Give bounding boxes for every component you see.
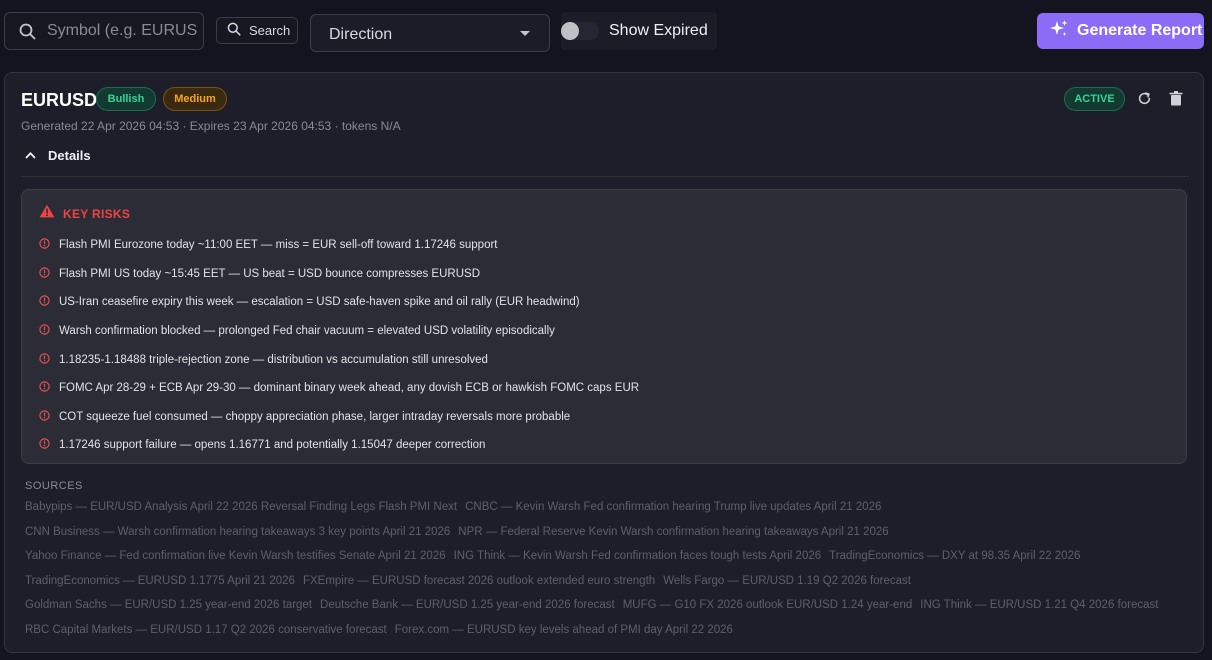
chevron-down-icon: [520, 31, 530, 36]
key-risks-header: KEY RISKS: [39, 204, 130, 223]
risk-item: Flash PMI Eurozone today ~11:00 EET — mi…: [39, 231, 639, 260]
source-link[interactable]: FXEmpire — EURUSD forecast 2026 outlook …: [303, 569, 655, 594]
alert-circle-icon: [39, 236, 50, 254]
source-link[interactable]: Babypips — EUR/USD Analysis April 22 202…: [25, 495, 457, 520]
report-card: EURUSD Bullish Medium ACTIVE Generated 2…: [4, 72, 1204, 653]
source-link[interactable]: Goldman Sachs — EUR/USD 1.25 year-end 20…: [25, 593, 312, 618]
source-link[interactable]: CNBC — Kevin Warsh Fed confirmation hear…: [465, 495, 881, 520]
risk-item: Warsh confirmation blocked — prolonged F…: [39, 317, 639, 346]
source-link[interactable]: TradingEconomics — DXY at 98.35 April 22…: [829, 544, 1080, 569]
generate-report-button[interactable]: Generate Report: [1037, 13, 1204, 49]
risk-text: Flash PMI US today ~15:45 EET — US beat …: [59, 267, 480, 280]
risk-text: Flash PMI Eurozone today ~11:00 EET — mi…: [59, 239, 498, 252]
key-risks-title: KEY RISKS: [63, 206, 131, 221]
risk-item: FOMC Apr 28-29 + ECB Apr 29-30 — dominan…: [39, 374, 639, 403]
risk-item: US-Iran ceasefire expiry this week — esc…: [39, 288, 639, 317]
source-link[interactable]: Deutsche Bank — EUR/USD 1.25 year-end 20…: [320, 593, 615, 618]
key-risks-panel: KEY RISKS Flash PMI Eurozone today ~11:0…: [21, 189, 1187, 464]
details-toggle[interactable]: Details: [25, 146, 91, 164]
toolbar: Search Direction Show Expired Generate R…: [0, 0, 1212, 62]
risk-text: US-Iran ceasefire expiry this week — esc…: [59, 296, 580, 309]
search-button-label: Search: [249, 23, 291, 38]
symbol-search-field[interactable]: [4, 12, 204, 50]
direction-badge: Bullish: [96, 87, 156, 111]
details-label: Details: [48, 147, 91, 163]
key-risks-list: Flash PMI Eurozone today ~11:00 EET — mi…: [39, 231, 639, 460]
show-expired-label: Show Expired: [609, 22, 708, 39]
alert-circle-icon: [39, 322, 50, 340]
source-link[interactable]: MUFG — G10 FX 2026 outlook EUR/USD 1.24 …: [623, 593, 913, 618]
direction-select[interactable]: Direction: [310, 14, 550, 52]
trash-icon[interactable]: [1169, 91, 1183, 111]
sources-list: Babypips — EUR/USD Analysis April 22 202…: [25, 495, 1185, 643]
source-link[interactable]: ING Think — EUR/USD 1.21 Q4 2026 forecas…: [920, 593, 1158, 618]
source-link[interactable]: Forex.com — EURUSD key levels ahead of P…: [395, 618, 733, 643]
source-link[interactable]: RBC Capital Markets — EUR/USD 1.17 Q2 20…: [25, 618, 387, 643]
risk-text: 1.17246 support failure — opens 1.16771 …: [59, 439, 486, 452]
toggle-knob: [561, 22, 579, 40]
alert-circle-icon: [39, 293, 50, 311]
source-link[interactable]: Wells Fargo — EUR/USD 1.19 Q2 2026 forec…: [663, 569, 911, 594]
source-link[interactable]: CNN Business — Warsh confirmation hearin…: [25, 520, 450, 545]
alert-circle-icon: [39, 408, 50, 426]
direction-select-value: Direction: [329, 26, 393, 43]
source-link[interactable]: ING Think — Kevin Warsh Fed confirmation…: [454, 544, 822, 569]
risk-item: 1.18235-1.18488 triple-rejection zone — …: [39, 345, 639, 374]
status-badge: ACTIVE: [1064, 87, 1125, 111]
risk-text: Warsh confirmation blocked — prolonged F…: [59, 325, 555, 338]
alert-circle-icon: [39, 351, 50, 369]
report-meta: Generated 22 Apr 2026 04:53 · Expires 23…: [21, 119, 401, 133]
chevron-up-icon: [25, 146, 36, 164]
search-button[interactable]: Search: [216, 17, 298, 44]
alert-circle-icon: [39, 379, 50, 397]
search-icon: [19, 23, 36, 45]
sources-title: SOURCES: [25, 480, 83, 492]
alert-circle-icon: [39, 265, 50, 283]
alert-circle-icon: [39, 436, 50, 454]
show-expired-control: Show Expired: [561, 12, 717, 50]
confidence-badge: Medium: [163, 87, 227, 111]
source-link[interactable]: Yahoo Finance — Fed confirmation live Ke…: [25, 544, 446, 569]
generate-report-label: Generate Report: [1077, 22, 1203, 39]
risk-item: COT squeeze fuel consumed — choppy appre…: [39, 403, 639, 432]
show-expired-toggle[interactable]: [561, 22, 599, 40]
refresh-icon[interactable]: [1137, 91, 1152, 111]
search-icon: [227, 22, 241, 39]
risk-text: COT squeeze fuel consumed — choppy appre…: [59, 410, 571, 423]
risk-item: 1.17246 support failure — opens 1.16771 …: [39, 431, 639, 460]
report-symbol: EURUSD: [21, 90, 98, 110]
source-link[interactable]: NPR — Federal Reserve Kevin Warsh confir…: [458, 520, 888, 545]
risk-text: FOMC Apr 28-29 + ECB Apr 29-30 — dominan…: [59, 382, 640, 395]
risk-text: 1.18235-1.18488 triple-rejection zone — …: [59, 353, 488, 366]
risk-item: Flash PMI US today ~15:45 EET — US beat …: [39, 260, 639, 289]
sparkles-icon: [1049, 19, 1069, 44]
symbol-input[interactable]: [47, 13, 197, 49]
warning-triangle-icon: [39, 204, 55, 223]
source-link[interactable]: TradingEconomics — EURUSD 1.1775 April 2…: [25, 569, 295, 594]
divider: [21, 176, 1189, 177]
